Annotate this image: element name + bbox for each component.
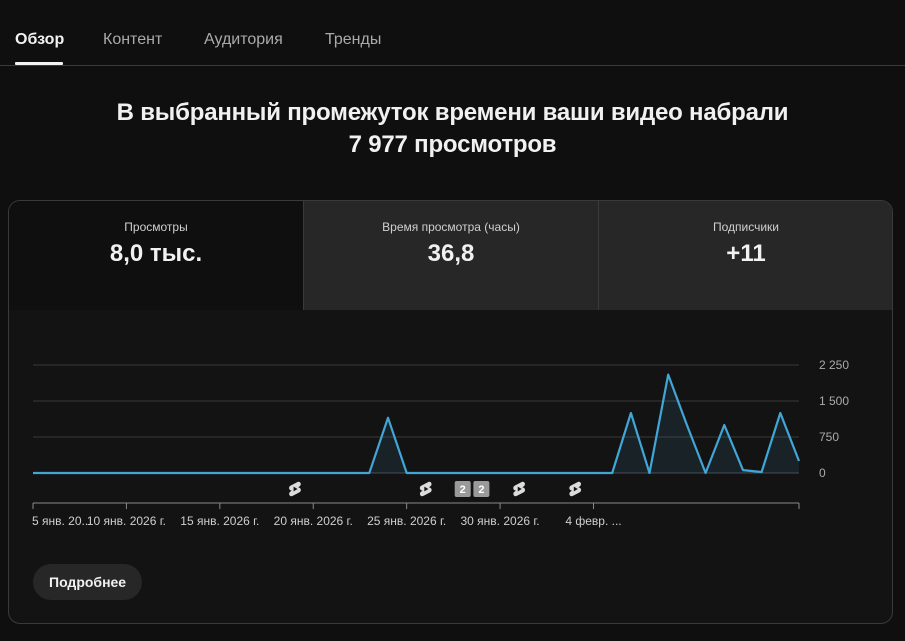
x-tick-label: 10 янв. 2026 г. [87,514,166,528]
series-area [33,374,799,473]
shorts-icon[interactable] [419,481,432,497]
views-chart[interactable]: 2 250 1 500 750 0 5 янв. 20... 10 янв. 2026 г… [9,310,892,623]
tab-content[interactable]: Контент [103,31,162,49]
chart-svg: 2 250 1 500 750 0 5 янв. 20...10 янв. 2026 г… [32,358,849,528]
shorts-icon[interactable] [513,481,526,497]
badge-count: 2 [460,484,466,496]
x-tick-label: 4 февр. ... [565,514,621,528]
metric-label: Время просмотра (часы) [382,220,520,234]
y-tick-label: 750 [819,430,839,444]
tab-overview[interactable]: Обзор [15,31,64,49]
metric-tab-watch-time[interactable]: Время просмотра (часы) 36,8 [303,201,598,310]
tab-trends[interactable]: Тренды [325,31,381,49]
active-tab-indicator [15,62,63,65]
headline-line-1: В выбранный промежуток времени ваши виде… [116,99,789,126]
metric-value: +11 [726,240,766,267]
page-headline: В выбранный промежуток времени ваши виде… [0,97,905,161]
y-tick-label: 1 500 [819,394,849,408]
x-tick-label: 25 янв. 2026 г. [367,514,446,528]
y-tick-label: 0 [819,466,826,480]
metric-value: 8,0 тыс. [109,240,203,267]
x-tick-label: 15 янв. 2026 г. [180,514,259,528]
headline-line-2: 7 977 просмотров [348,131,557,158]
x-tick-label: 5 янв. 20... [32,514,92,528]
shorts-icon[interactable] [289,481,301,497]
shorts-icon[interactable] [569,481,582,497]
metric-tab-views[interactable]: Просмотры 8,0 тыс. [9,201,303,310]
metric-label: Подписчики [712,220,779,234]
tab-audience[interactable]: Аудитория [204,31,283,49]
more-details-button[interactable]: Подробнее [33,564,143,600]
x-tick-label: 20 янв. 2026 г. [274,514,353,528]
y-tick-label: 2 250 [819,358,849,372]
x-tick-label: 30 янв. 2026 г. [461,514,540,528]
metric-tab-subscribers[interactable]: Подписчики +11 [598,201,892,310]
badge-count: 2 [478,484,484,496]
metric-label: Просмотры [124,220,188,234]
metric-value: 36,8 [427,240,475,267]
tab-bar: Обзор Контент Аудитория Тренды [0,0,905,66]
analytics-card: Просмотры 8,0 тыс. Время просмотра (часы… [8,200,893,624]
